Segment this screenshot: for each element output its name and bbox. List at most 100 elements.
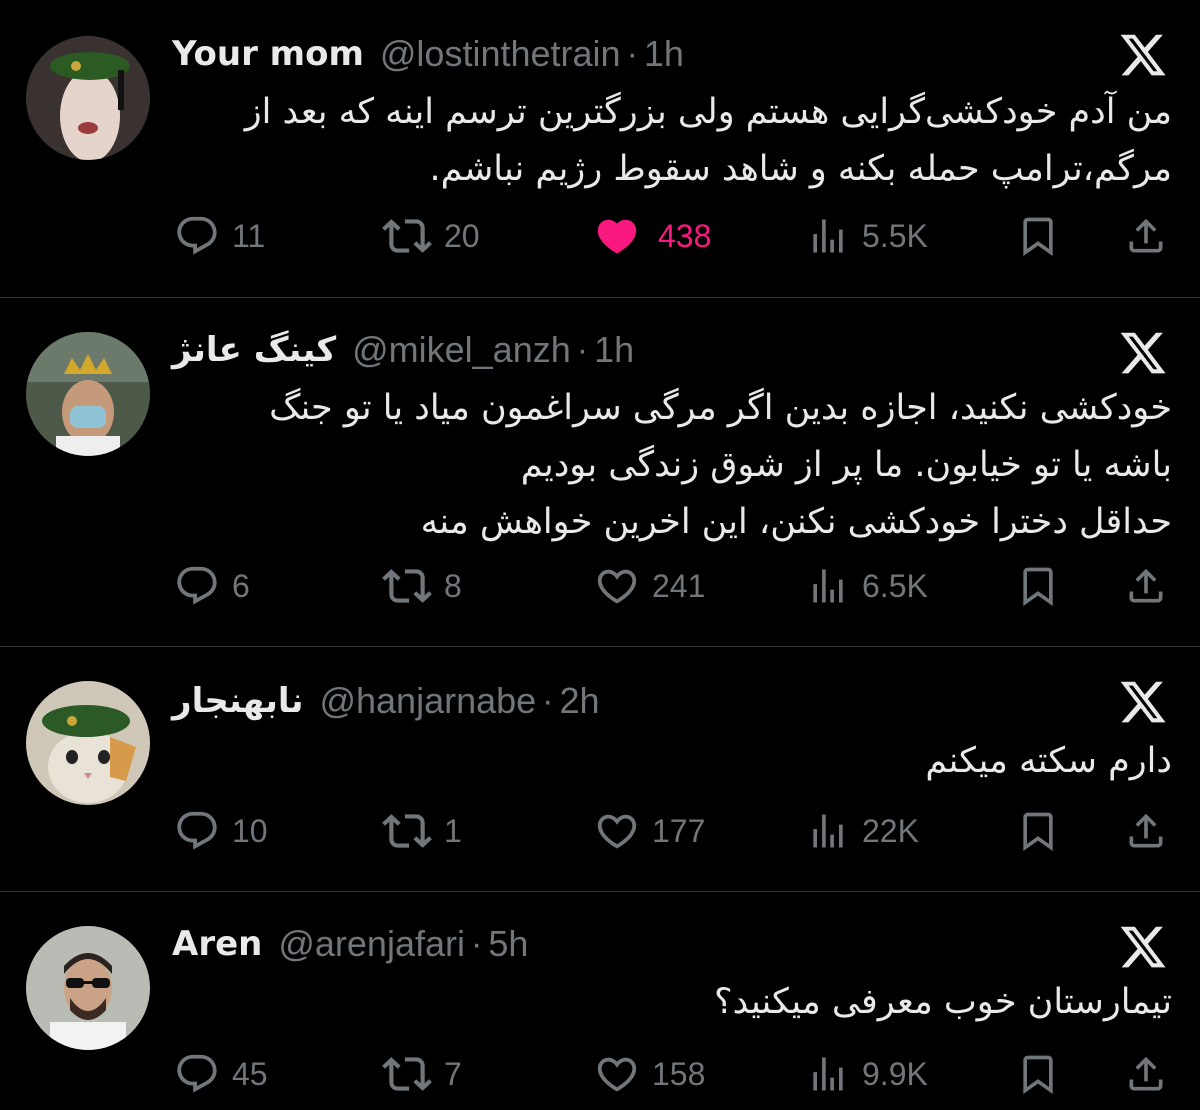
timestamp[interactable]: 5h bbox=[488, 923, 528, 965]
bookmark-button[interactable] bbox=[1016, 801, 1060, 861]
separator-dot: · bbox=[626, 34, 638, 73]
timestamp[interactable]: 1h bbox=[644, 33, 684, 75]
views-button[interactable]: 5.5K bbox=[806, 206, 928, 266]
tweet-text-line: حداقل دخترا خودکشی نکنن، این اخرین خواهش… bbox=[420, 502, 1172, 542]
x-logo-icon bbox=[1116, 922, 1170, 972]
views-button[interactable]: 9.9K bbox=[806, 1044, 928, 1104]
bookmark-icon bbox=[1016, 1052, 1060, 1096]
views-icon bbox=[806, 564, 850, 608]
tweet-text-line: تیمارستان خوب معرفی میکنید؟ bbox=[714, 982, 1172, 1022]
action-bar: 11 20 438 5.5K bbox=[0, 206, 1200, 266]
share-button[interactable] bbox=[1124, 801, 1168, 861]
repost-icon bbox=[382, 211, 432, 261]
action-bar: 45 7 158 9.9K bbox=[0, 1044, 1200, 1104]
tweet-text-line: من آدم خودکشی‌گرایی هستم ولی بزرگترین تر… bbox=[244, 92, 1172, 132]
view-count: 5.5K bbox=[862, 217, 928, 254]
bookmark-button[interactable] bbox=[1016, 1044, 1060, 1104]
reply-icon bbox=[174, 213, 220, 259]
view-count: 6.5K bbox=[862, 567, 928, 604]
timestamp[interactable]: 2h bbox=[560, 680, 600, 722]
x-logo-icon bbox=[1116, 677, 1170, 727]
tweet[interactable]: Aren @arenjafari · 5h تیمارستان خوب معرف… bbox=[0, 892, 1200, 1110]
reply-icon bbox=[174, 563, 220, 609]
like-count: 177 bbox=[652, 812, 706, 849]
share-icon bbox=[1124, 1052, 1168, 1096]
share-button[interactable] bbox=[1124, 1044, 1168, 1104]
heart-icon bbox=[594, 213, 640, 259]
tweet-text: دارم سکته میکنم bbox=[172, 733, 1172, 790]
separator-dot: · bbox=[542, 681, 554, 720]
bookmark-button[interactable] bbox=[1016, 206, 1060, 266]
share-button[interactable] bbox=[1124, 556, 1168, 616]
views-icon bbox=[806, 214, 850, 258]
share-button[interactable] bbox=[1124, 206, 1168, 266]
avatar[interactable] bbox=[26, 332, 150, 456]
tweet-header: Aren @arenjafari · 5h bbox=[172, 922, 528, 966]
reply-button[interactable]: 45 bbox=[174, 1044, 268, 1104]
display-name[interactable]: کینگ عانژ bbox=[172, 330, 336, 370]
repost-button[interactable]: 1 bbox=[382, 801, 462, 861]
reply-button[interactable]: 6 bbox=[174, 556, 250, 616]
reply-count: 11 bbox=[232, 217, 266, 254]
display-name[interactable]: Aren bbox=[172, 924, 262, 964]
repost-count: 8 bbox=[444, 567, 462, 604]
like-button[interactable]: 177 bbox=[594, 801, 705, 861]
heart-icon bbox=[594, 563, 640, 609]
like-count: 158 bbox=[652, 1055, 706, 1092]
reply-count: 6 bbox=[232, 567, 250, 604]
tweet-header: کینگ عانژ @mikel_anzh · 1h bbox=[172, 328, 634, 372]
avatar[interactable] bbox=[26, 681, 150, 805]
avatar-image bbox=[26, 926, 150, 1050]
separator-dot: · bbox=[576, 330, 589, 369]
repost-button[interactable]: 7 bbox=[382, 1044, 462, 1104]
username[interactable]: @hanjarnabe bbox=[319, 680, 536, 722]
bookmark-icon bbox=[1016, 564, 1060, 608]
repost-icon bbox=[382, 1049, 432, 1099]
repost-button[interactable]: 8 bbox=[382, 556, 462, 616]
view-count: 9.9K bbox=[862, 1055, 928, 1092]
view-count: 22K bbox=[862, 812, 919, 849]
action-bar: 6 8 241 6.5K bbox=[0, 556, 1200, 616]
tweet[interactable]: کینگ عانژ @mikel_anzh · 1h خودکشی نکنید،… bbox=[0, 298, 1200, 646]
reply-count: 45 bbox=[232, 1055, 268, 1092]
avatar-image bbox=[26, 36, 150, 160]
username[interactable]: @mikel_anzh bbox=[352, 329, 571, 371]
tweet[interactable]: Your mom @lostinthetrain · 1h من آدم خود… bbox=[0, 0, 1200, 298]
display-name[interactable]: Your mom bbox=[172, 34, 364, 74]
repost-icon bbox=[382, 806, 432, 856]
reply-button[interactable]: 10 bbox=[174, 801, 268, 861]
repost-count: 20 bbox=[444, 217, 480, 254]
bookmark-icon bbox=[1016, 809, 1060, 853]
views-button[interactable]: 6.5K bbox=[806, 556, 928, 616]
bookmark-button[interactable] bbox=[1016, 556, 1060, 616]
share-icon bbox=[1124, 809, 1168, 853]
bookmark-icon bbox=[1016, 214, 1060, 258]
reply-button[interactable]: 11 bbox=[174, 206, 265, 266]
like-count: 241 bbox=[652, 567, 706, 604]
repost-button[interactable]: 20 bbox=[382, 206, 480, 266]
reply-icon bbox=[174, 1051, 220, 1097]
like-button[interactable]: 158 bbox=[594, 1044, 705, 1104]
username[interactable]: @arenjafari bbox=[278, 923, 465, 965]
x-logo-icon bbox=[1116, 30, 1170, 80]
avatar[interactable] bbox=[26, 926, 150, 1050]
x-logo-icon bbox=[1116, 328, 1170, 378]
tweet-text: خودکشی نکنید، اجازه بدین اگر مرگی سراغمو… bbox=[172, 380, 1172, 551]
tweet-header: Your mom @lostinthetrain · 1h bbox=[172, 32, 684, 76]
like-button[interactable]: 438 bbox=[594, 206, 711, 266]
share-icon bbox=[1124, 214, 1168, 258]
avatar[interactable] bbox=[26, 36, 150, 160]
username[interactable]: @lostinthetrain bbox=[380, 33, 621, 75]
views-icon bbox=[806, 1052, 850, 1096]
display-name[interactable]: نابهنجار bbox=[172, 681, 303, 721]
timestamp[interactable]: 1h bbox=[594, 329, 634, 371]
heart-icon bbox=[594, 1051, 640, 1097]
tweet-text-line: خودکشی نکنید، اجازه بدین اگر مرگی سراغمو… bbox=[269, 388, 1172, 428]
views-button[interactable]: 22K bbox=[806, 801, 919, 861]
tweet-text: تیمارستان خوب معرفی میکنید؟ bbox=[172, 974, 1172, 1031]
like-button[interactable]: 241 bbox=[594, 556, 705, 616]
tweet[interactable]: نابهنجار @hanjarnabe · 2h دارم سکته میکن… bbox=[0, 647, 1200, 891]
tweet-header: نابهنجار @hanjarnabe · 2h bbox=[172, 679, 600, 723]
separator-dot: · bbox=[471, 924, 483, 963]
tweet-text-line: دارم سکته میکنم bbox=[925, 741, 1172, 781]
